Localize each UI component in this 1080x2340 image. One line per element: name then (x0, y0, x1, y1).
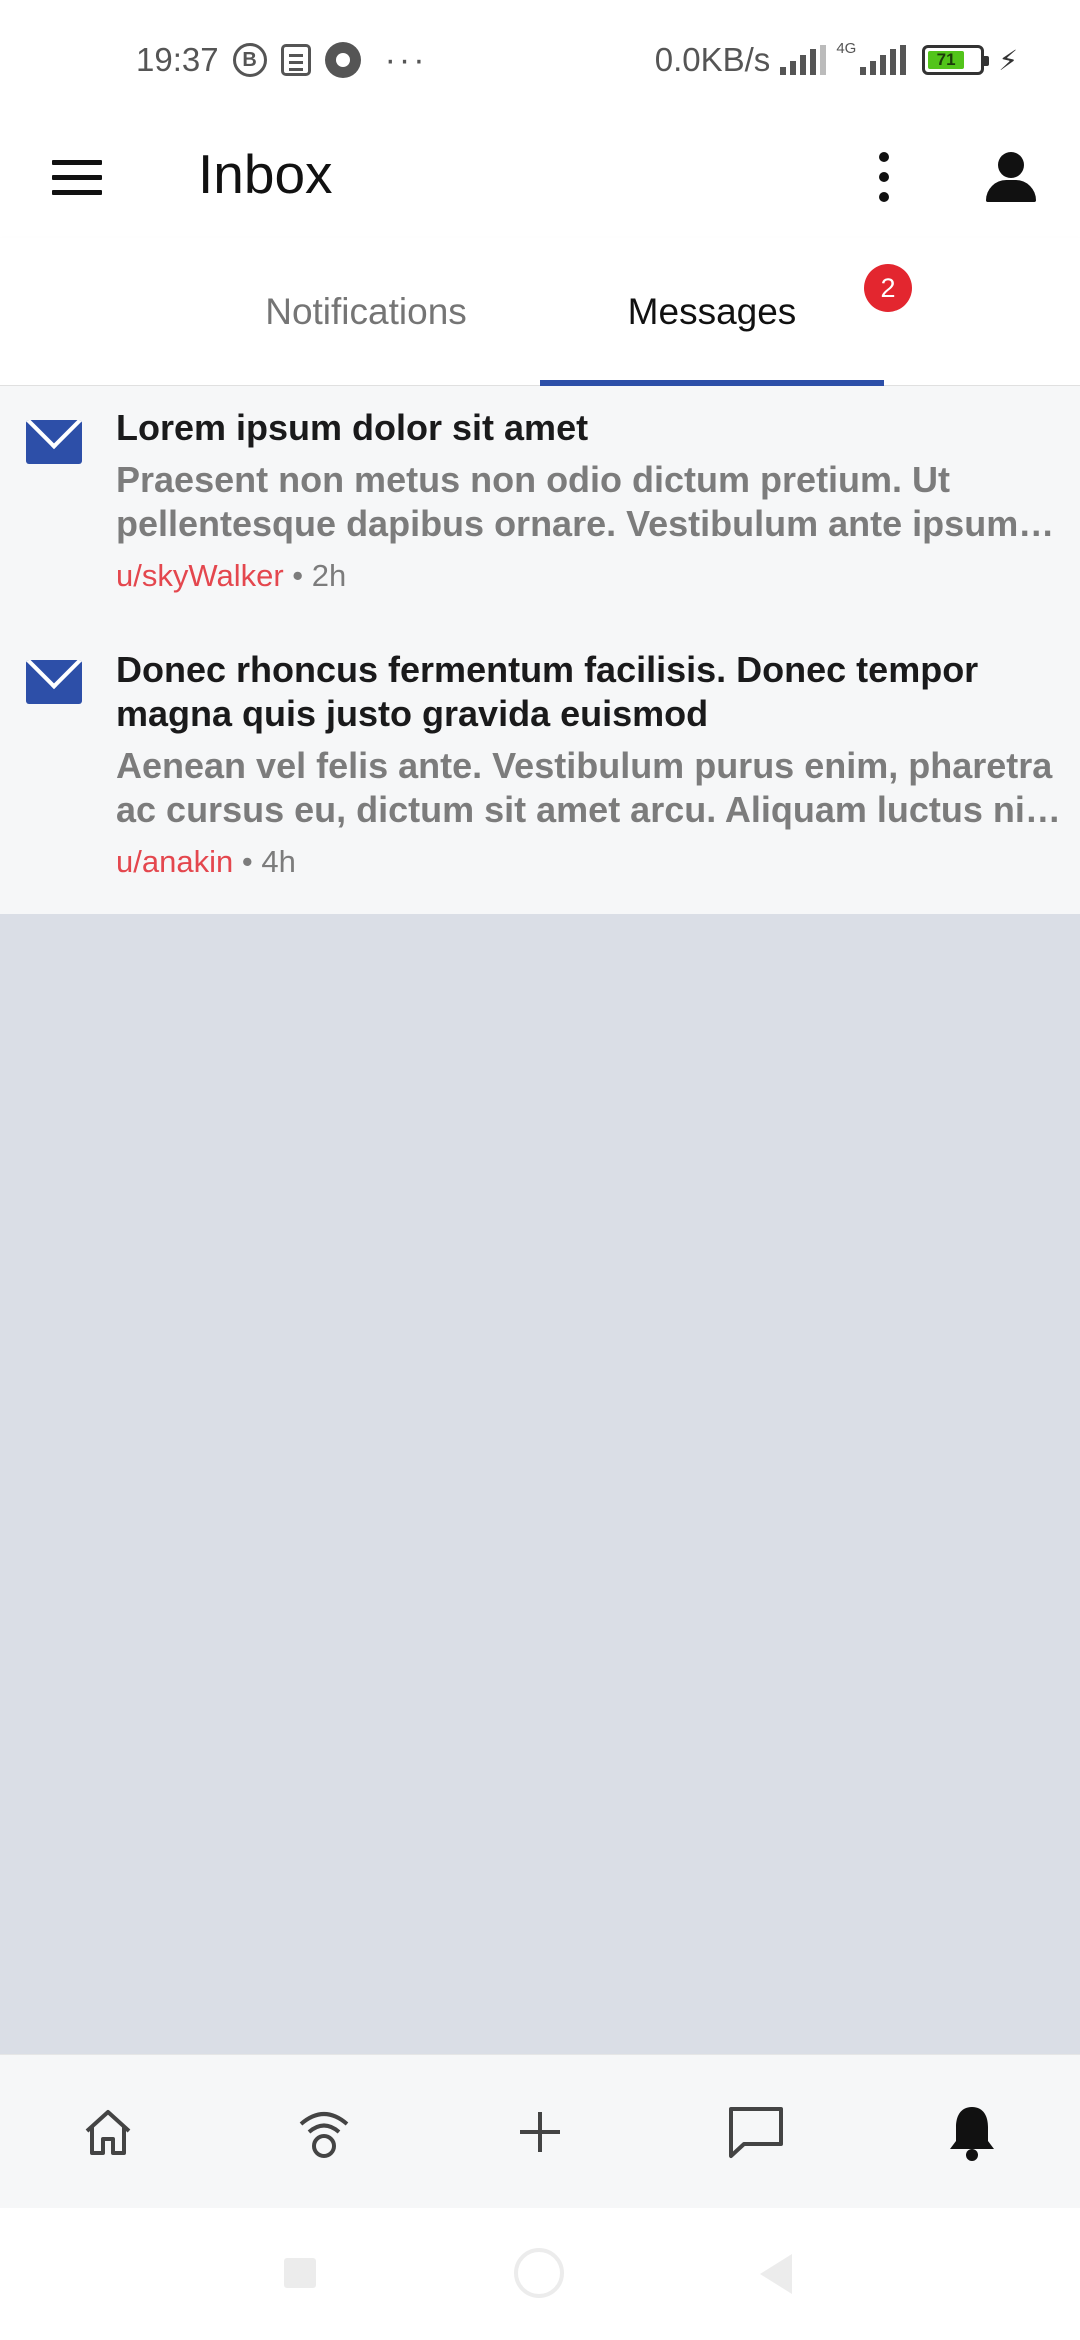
status-right: 0.0KB/s 4G 71 ⚡ (655, 0, 1018, 120)
app-bar: Inbox (0, 120, 1080, 238)
menu-icon[interactable] (52, 160, 102, 196)
back-icon[interactable] (760, 2254, 792, 2294)
message-time: 2h (311, 558, 347, 593)
page-title: Inbox (198, 143, 333, 205)
nav-home[interactable] (48, 2072, 168, 2192)
message-item[interactable]: Lorem ipsum dolor sit amet Praesent non … (0, 386, 1080, 618)
meta-separator: • (241, 844, 253, 879)
status-time: 19:37 (136, 41, 219, 78)
status-bar: 19:37 B ··· 0.0KB/s 4G 71 ⚡ (0, 0, 1080, 120)
message-item[interactable]: Donec rhoncus fermentum facilisis. Donec… (0, 618, 1080, 914)
popular-icon (299, 2111, 349, 2158)
message-content: Donec rhoncus fermentum facilisis. Donec… (116, 648, 1066, 880)
message-preview: Aenean vel felis ante. Vestibulum purus … (116, 745, 1055, 830)
create-post-icon (520, 2111, 560, 2152)
message-author[interactable]: u/anakin (116, 844, 233, 879)
gear-icon (324, 42, 361, 78)
news-icon (280, 44, 311, 76)
nav-inbox[interactable] (912, 2072, 1032, 2192)
inbox-screen: 19:37 B ··· 0.0KB/s 4G 71 ⚡ Inbox Notifi… (0, 0, 1080, 2340)
unread-mail-icon (26, 420, 82, 464)
message-author[interactable]: u/skyWalker (116, 558, 284, 593)
tab-notifications[interactable]: Notifications (196, 238, 536, 386)
charging-icon: ⚡ (998, 44, 1018, 76)
b-circle-icon: B (232, 43, 267, 77)
message-title: Donec rhoncus fermentum facilisis. Donec… (116, 649, 979, 734)
battery-level: 71 (928, 50, 964, 69)
home-icon (85, 2109, 131, 2155)
bottom-navigation (0, 2054, 1080, 2208)
message-meta: u/skyWalker • 2h (116, 558, 1066, 594)
signal-4g-icon (860, 45, 907, 75)
unread-mail-icon (26, 660, 82, 704)
message-content: Lorem ipsum dolor sit amet Praesent non … (116, 406, 1066, 594)
tab-messages[interactable]: Messages (540, 238, 884, 386)
inbox-bell-icon (950, 2106, 994, 2161)
message-title: Lorem ipsum dolor sit amet (116, 407, 589, 448)
account-icon[interactable] (986, 152, 1036, 202)
nav-popular[interactable] (264, 2072, 384, 2192)
nav-chat[interactable] (696, 2072, 816, 2192)
inbox-tabs: Notifications Messages 2 (0, 238, 1080, 386)
network-type: 4G (836, 39, 857, 57)
status-left: 19:37 B ··· (136, 41, 428, 80)
messages-unread-badge: 2 (864, 264, 912, 312)
message-time: 4h (261, 844, 296, 879)
signal-icon (780, 45, 827, 75)
message-list: Lorem ipsum dolor sit amet Praesent non … (0, 386, 1080, 914)
more-options-icon[interactable] (872, 152, 896, 202)
message-preview: Praesent non metus non odio dictum preti… (116, 459, 1019, 544)
recent-apps-icon[interactable] (284, 2258, 316, 2288)
system-navigation-bar (0, 2208, 1080, 2340)
chat-icon (729, 2106, 783, 2158)
nav-create-post[interactable] (480, 2072, 600, 2192)
net-speed: 0.0KB/s (654, 41, 771, 78)
more-notifications-icon: ··· (384, 40, 428, 79)
home-button-icon[interactable] (514, 2248, 564, 2298)
meta-separator: • (292, 558, 304, 593)
message-meta: u/anakin • 4h (116, 844, 1066, 880)
battery-icon: 71 (922, 45, 990, 75)
